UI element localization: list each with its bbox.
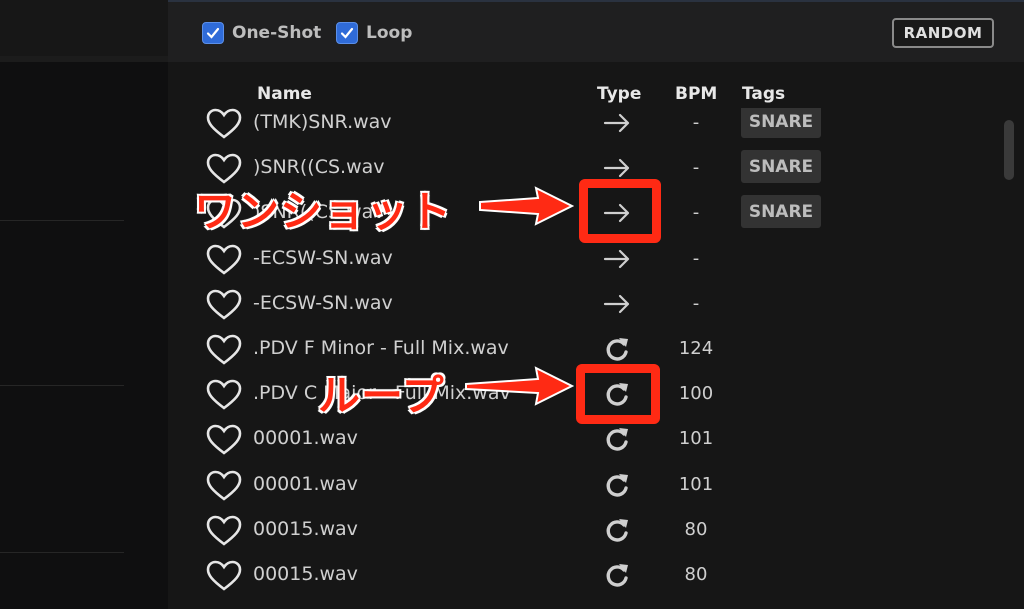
one-shot-arrow-icon bbox=[602, 109, 632, 137]
heart-icon[interactable] bbox=[206, 108, 242, 140]
filter-bar: One-Shot Loop RANDOM bbox=[168, 2, 1024, 62]
bpm-value: 80 bbox=[684, 518, 708, 540]
heart-icon[interactable] bbox=[206, 560, 242, 592]
list-item[interactable]: 00015.wav 80 bbox=[168, 553, 968, 598]
oneshot-annotation: ワンショット bbox=[193, 186, 453, 237]
bpm-value: - bbox=[692, 292, 700, 314]
list-item[interactable]: 00015.wav 80 bbox=[168, 508, 968, 553]
column-header-type[interactable]: Type bbox=[597, 84, 641, 104]
loop-icon bbox=[602, 425, 632, 453]
left-divider bbox=[0, 56, 168, 62]
random-button[interactable]: RANDOM bbox=[892, 18, 994, 48]
loop-checkbox[interactable] bbox=[336, 22, 358, 44]
left-pane bbox=[0, 0, 168, 609]
file-name: -ECSW-SN.wav bbox=[253, 246, 393, 269]
loop-annotation: ループ bbox=[317, 370, 445, 421]
list-item[interactable]: 00001.wav 101 bbox=[168, 417, 968, 462]
file-name: )SNR((CS.wav bbox=[253, 156, 385, 179]
checkmark-icon bbox=[206, 27, 220, 39]
arrow-icon bbox=[465, 366, 574, 406]
left-divider bbox=[0, 220, 124, 221]
left-topbar bbox=[0, 0, 168, 56]
list-item[interactable]: 00001.wav 101 bbox=[168, 463, 968, 508]
column-header-tags[interactable]: Tags bbox=[742, 84, 785, 104]
tag-badge[interactable]: SNARE bbox=[741, 150, 821, 184]
arrow-icon bbox=[479, 186, 574, 226]
oneshot-checkbox[interactable] bbox=[202, 22, 224, 44]
heart-icon[interactable] bbox=[206, 379, 242, 411]
sample-browser: One-Shot Loop RANDOM Name Type BPM Tags … bbox=[168, 0, 1024, 609]
bpm-value: - bbox=[692, 112, 700, 133]
loop-highlight-box bbox=[576, 364, 660, 424]
bpm-value: - bbox=[692, 247, 700, 269]
column-header-bpm[interactable]: BPM bbox=[675, 84, 717, 104]
list-item[interactable]: -ECSW-SN.wav - bbox=[168, 282, 968, 327]
loop-label: Loop bbox=[366, 23, 413, 43]
column-header-name[interactable]: Name bbox=[257, 84, 312, 104]
bpm-value: 101 bbox=[678, 473, 714, 495]
loop-filter[interactable]: Loop bbox=[336, 22, 412, 44]
checkmark-icon bbox=[340, 27, 354, 39]
file-name: .PDV F Minor - Full Mix.wav bbox=[253, 337, 509, 359]
loop-icon bbox=[602, 471, 632, 499]
one-shot-arrow-icon bbox=[602, 245, 632, 273]
scrollbar[interactable] bbox=[1004, 120, 1014, 180]
loop-icon bbox=[602, 335, 632, 363]
bpm-value: 124 bbox=[678, 338, 714, 359]
bpm-value: 101 bbox=[678, 428, 714, 450]
file-name: (TMK)SNR.wav bbox=[253, 111, 392, 133]
file-name: -ECSW-SN.wav bbox=[253, 291, 393, 314]
heart-icon[interactable] bbox=[206, 334, 242, 366]
file-name: 00001.wav bbox=[253, 427, 358, 450]
one-shot-arrow-icon bbox=[602, 290, 632, 318]
list-item[interactable]: (TMK)SNR.wav - SNARE bbox=[168, 108, 968, 146]
one-shot-arrow-icon bbox=[602, 154, 632, 182]
left-divider bbox=[0, 385, 124, 386]
loop-icon bbox=[602, 516, 632, 544]
heart-icon[interactable] bbox=[206, 515, 242, 547]
bpm-value: 100 bbox=[678, 383, 714, 405]
heart-icon[interactable] bbox=[206, 289, 242, 321]
bpm-value: - bbox=[692, 202, 700, 224]
loop-icon bbox=[602, 561, 632, 589]
oneshot-label: One-Shot bbox=[232, 23, 322, 43]
file-name: 00015.wav bbox=[253, 563, 358, 585]
tag-badge[interactable]: SNARE bbox=[741, 195, 821, 229]
bpm-value: - bbox=[692, 157, 700, 179]
oneshot-filter[interactable]: One-Shot bbox=[202, 22, 321, 44]
bpm-value: 80 bbox=[684, 564, 708, 585]
oneshot-highlight-box bbox=[579, 179, 661, 243]
tag-badge[interactable]: SNARE bbox=[741, 108, 821, 138]
file-name: 00001.wav bbox=[253, 472, 358, 495]
file-name: 00015.wav bbox=[253, 517, 358, 540]
left-divider bbox=[0, 552, 124, 553]
heart-icon[interactable] bbox=[206, 424, 242, 456]
heart-icon[interactable] bbox=[206, 244, 242, 276]
list-item[interactable]: -ECSW-SN.wav - bbox=[168, 237, 968, 282]
heart-icon[interactable] bbox=[206, 470, 242, 502]
